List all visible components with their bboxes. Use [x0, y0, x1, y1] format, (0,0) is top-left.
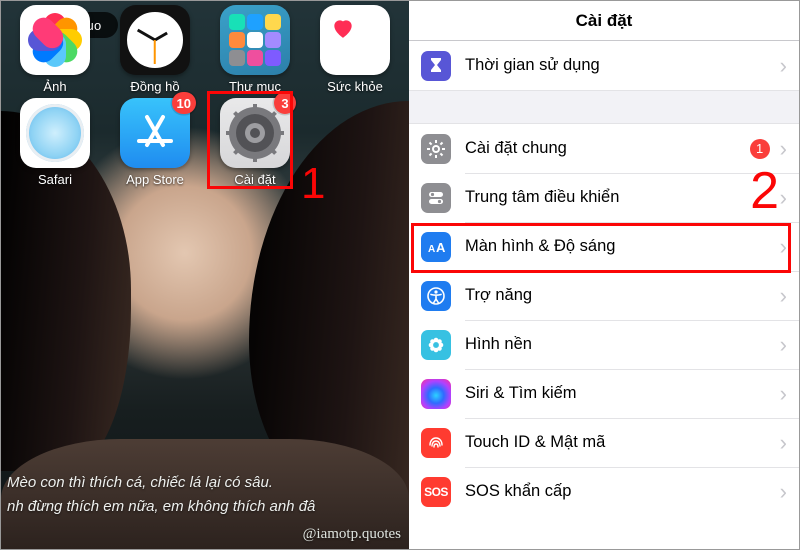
- appstore-icon: 10: [120, 98, 190, 168]
- toggles-icon: [421, 183, 451, 213]
- app-label: Safari: [38, 172, 72, 187]
- row-label: Touch ID & Mật mã: [465, 433, 780, 452]
- row-screentime[interactable]: Thời gian sử dụng ›: [409, 41, 799, 90]
- siri-icon: [421, 379, 451, 409]
- app-label: Sức khỏe: [327, 79, 383, 94]
- notification-badge: 1: [750, 139, 770, 159]
- badge: 10: [172, 92, 196, 114]
- section-gap: [409, 90, 799, 124]
- row-accessibility[interactable]: Trợ năng ›: [409, 271, 799, 320]
- ios-home-screen: quo Ảnh: [1, 1, 409, 549]
- row-label: Hình nền: [465, 335, 780, 354]
- chevron-right-icon: ›: [780, 430, 787, 456]
- row-sos[interactable]: SOS SOS khẩn cấp ›: [409, 467, 799, 516]
- app-appstore[interactable]: 10 App Store: [105, 98, 205, 187]
- chevron-right-icon: ›: [780, 283, 787, 309]
- wallpaper-handle: @iamotp.quotes: [303, 526, 401, 543]
- annotation-box: [207, 91, 293, 189]
- home-icon-grid: Ảnh Đồng hồ: [1, 1, 409, 187]
- wallpaper-quote: Mèo con thì thích cá, chiếc lá lại có sâ…: [1, 471, 409, 520]
- safari-icon: [20, 98, 90, 168]
- accessibility-icon: [421, 281, 451, 311]
- app-label: Đồng hồ: [130, 79, 179, 94]
- chevron-right-icon: ›: [780, 479, 787, 505]
- row-label: Trợ năng: [465, 286, 780, 305]
- annotation-number: 1: [301, 159, 325, 209]
- flower-icon: [421, 330, 451, 360]
- annotation-box: [411, 223, 791, 273]
- row-label: SOS khẩn cấp: [465, 482, 780, 501]
- row-touchid[interactable]: Touch ID & Mật mã ›: [409, 418, 799, 467]
- row-siri[interactable]: Siri & Tìm kiếm ›: [409, 369, 799, 418]
- app-health[interactable]: Sức khỏe: [305, 5, 405, 94]
- row-label: Trung tâm điều khiển: [465, 188, 780, 207]
- sos-icon: SOS: [421, 477, 451, 507]
- settings-list[interactable]: Thời gian sử dụng › Cài đặt chung 1 ›: [409, 41, 799, 549]
- row-wallpaper[interactable]: Hình nền ›: [409, 320, 799, 369]
- row-label: Cài đặt chung: [465, 139, 750, 158]
- row-label: Thời gian sử dụng: [465, 56, 780, 75]
- photos-icon: [20, 5, 90, 75]
- row-control-center[interactable]: Trung tâm điều khiển ›: [409, 173, 799, 222]
- clock-icon: [120, 5, 190, 75]
- gear-icon: [421, 134, 451, 164]
- app-label: Ảnh: [43, 79, 66, 94]
- annotation-number: 2: [750, 161, 779, 221]
- chevron-right-icon: ›: [780, 53, 787, 79]
- chevron-right-icon: ›: [780, 381, 787, 407]
- row-label: Siri & Tìm kiếm: [465, 384, 780, 403]
- app-safari[interactable]: Safari: [5, 98, 105, 187]
- folder-icon: [220, 5, 290, 75]
- app-photos[interactable]: Ảnh: [5, 5, 105, 94]
- fingerprint-icon: [421, 428, 451, 458]
- hourglass-icon: [421, 51, 451, 81]
- app-clock[interactable]: Đồng hồ: [105, 5, 205, 94]
- settings-title: Cài đặt: [409, 1, 799, 41]
- health-icon: [320, 5, 390, 75]
- settings-pane: Cài đặt Thời gian sử dụng › Cài đặt chun…: [409, 1, 799, 549]
- app-label: App Store: [126, 172, 184, 187]
- chevron-right-icon: ›: [780, 185, 787, 211]
- chevron-right-icon: ›: [780, 136, 787, 162]
- chevron-right-icon: ›: [780, 332, 787, 358]
- row-general[interactable]: Cài đặt chung 1 ›: [409, 124, 799, 173]
- app-folder[interactable]: Thư mục: [205, 5, 305, 94]
